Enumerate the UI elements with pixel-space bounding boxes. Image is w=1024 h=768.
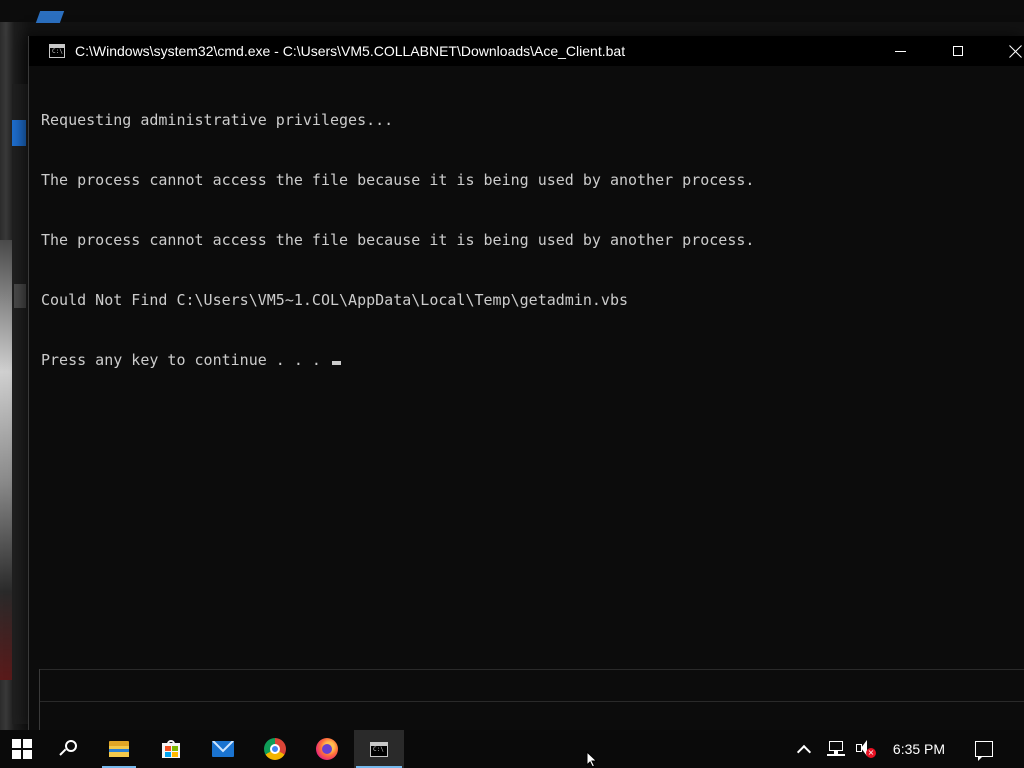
taskbar: C:\ × 6:35 PM [0, 730, 1024, 768]
console-output[interactable]: Requesting administrative privileges... … [41, 70, 1001, 700]
mouse-pointer-icon [586, 751, 598, 768]
network-icon [825, 741, 845, 757]
show-hidden-icons-button[interactable] [792, 730, 816, 768]
text-cursor [331, 361, 341, 365]
start-button[interactable] [0, 730, 44, 768]
background-window-accent [35, 11, 65, 23]
maximize-icon [953, 46, 963, 56]
console-bottom-edge [39, 701, 1024, 702]
taskbar-command-prompt[interactable]: C:\ [354, 730, 404, 768]
background-window-titlebar [0, 0, 1024, 23]
chevron-up-icon [796, 744, 812, 760]
close-icon [1009, 44, 1023, 58]
mail-icon [212, 741, 234, 757]
minimize-icon [894, 50, 906, 52]
console-prompt-line: Press any key to continue . . . [41, 350, 1001, 370]
clock-time: 6:35 PM [892, 741, 946, 757]
search-icon [59, 740, 77, 758]
window-title: C:\Windows\system32\cmd.exe - C:\Users\V… [75, 43, 626, 59]
firefox-icon [316, 738, 338, 760]
taskbar-file-explorer[interactable] [94, 730, 144, 768]
console-line: The process cannot access the file becau… [41, 231, 755, 249]
cmd-icon: C:\ [370, 741, 388, 757]
volume-muted-icon: × [854, 740, 876, 758]
console-left-edge [39, 669, 40, 730]
volume-button[interactable]: × [852, 730, 878, 768]
clock-button[interactable]: 6:35 PM [884, 730, 954, 768]
taskbar-chrome[interactable] [250, 730, 300, 768]
chrome-icon [264, 738, 286, 760]
console-prompt-text: Press any key to continue . . . [41, 351, 330, 369]
action-center-button[interactable] [968, 730, 1000, 768]
taskbar-mail[interactable] [198, 730, 248, 768]
window-title-bar[interactable]: C:\ C:\Windows\system32\cmd.exe - C:\Use… [29, 36, 1024, 66]
cmd-window[interactable]: C:\ C:\Windows\system32\cmd.exe - C:\Use… [28, 36, 1024, 730]
search-button[interactable] [44, 730, 92, 768]
console-divider [39, 669, 1024, 670]
console-line: Requesting administrative privileges... [41, 111, 394, 129]
folder-icon [109, 741, 129, 757]
close-button[interactable] [993, 36, 1024, 66]
network-button[interactable] [822, 730, 848, 768]
windows-logo-icon [12, 739, 32, 759]
maximize-button[interactable] [935, 36, 981, 66]
taskbar-firefox[interactable] [302, 730, 352, 768]
cmd-icon[interactable]: C:\ [49, 44, 65, 58]
background-window-scroll-thumb [14, 284, 26, 308]
wallpaper-fragment [0, 240, 12, 680]
minimize-button[interactable] [877, 36, 923, 66]
notifications-icon [975, 741, 993, 761]
taskbar-microsoft-store[interactable] [146, 730, 196, 768]
background-window-selection [12, 120, 26, 146]
console-line: Could Not Find C:\Users\VM5~1.COL\AppDat… [41, 291, 628, 309]
console-line: The process cannot access the file becau… [41, 171, 755, 189]
store-icon [162, 740, 180, 758]
